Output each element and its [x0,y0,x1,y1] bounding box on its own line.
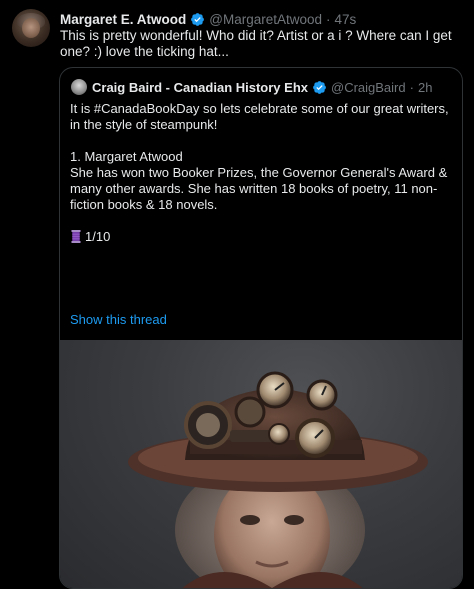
quoted-text-item-body: She has won two Booker Prizes, the Gover… [70,165,448,212]
tweet-text: This is pretty wonderful! Who did it? Ar… [60,28,452,59]
tweet-timestamp[interactable]: 47s [335,12,357,27]
author-name[interactable]: Margaret E. Atwood [60,12,186,27]
quoted-text-counter-line: 1/10 [70,229,455,245]
quoted-text-item-title: 1. Margaret Atwood [70,149,183,164]
spool-of-thread-icon [71,230,81,243]
verified-badge-icon [191,12,205,26]
verified-badge-icon [313,80,326,94]
quoted-timestamp[interactable]: 2h [418,80,432,95]
quoted-tweet[interactable]: Craig Baird - Canadian History Ehx @Crai… [59,67,463,589]
separator-dot: · [326,11,331,27]
quoted-tweet-image[interactable] [60,340,462,588]
steampunk-portrait-illustration [128,371,428,588]
quoted-tweet-text: It is #CanadaBookDay so lets celebrate s… [70,101,455,245]
tweet-header: Margaret E. Atwood @MargaretAtwood · 47s [60,10,356,28]
avatar-face [22,18,40,38]
author-handle[interactable]: @MargaretAtwood [209,12,322,27]
separator-dot: · [409,79,414,95]
quoted-tweet-header: Craig Baird - Canadian History Ehx @Crai… [71,78,432,96]
show-thread-link[interactable]: Show this thread [70,312,167,327]
tweet[interactable]: Margaret E. Atwood @MargaretAtwood · 47s… [0,0,474,589]
quoted-author-handle[interactable]: @CraigBaird [331,80,406,95]
thread-counter: 1/10 [85,229,111,244]
author-avatar[interactable] [12,9,50,47]
quoted-author-avatar[interactable] [71,79,87,95]
quoted-author-name[interactable]: Craig Baird - Canadian History Ehx [92,80,308,95]
quoted-text-intro: It is #CanadaBookDay so lets celebrate s… [70,101,449,132]
